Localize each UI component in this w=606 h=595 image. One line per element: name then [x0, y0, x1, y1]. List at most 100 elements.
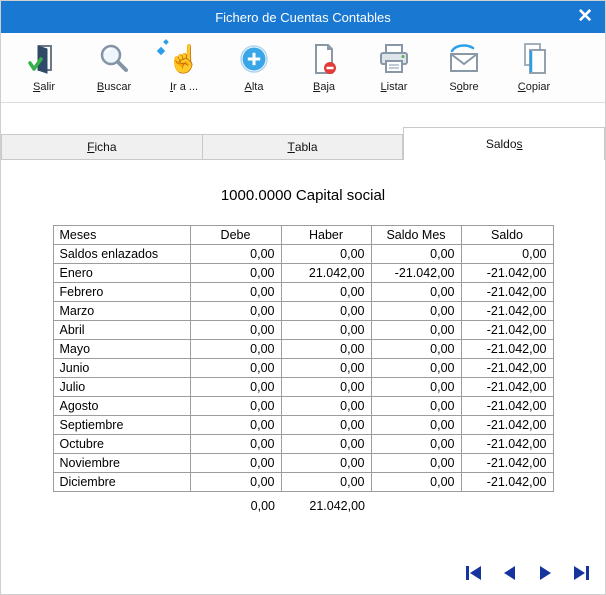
amount-cell: 0,00 [371, 359, 461, 378]
toolbar: Salir Buscar ☝Ir a ...AltaBajaListar Sobre C… [1, 33, 605, 103]
month-cell: Enero [53, 264, 190, 283]
amount-cell: 0,00 [190, 302, 281, 321]
column-header: Haber [281, 226, 371, 245]
toolbar-button-label: Buscar [97, 81, 131, 93]
table-row[interactable]: Enero0,0021.042,00-21.042,00-21.042,00 [53, 264, 553, 283]
amount-cell: 0,00 [190, 397, 281, 416]
amount-cell: -21.042,00 [461, 435, 553, 454]
table-row[interactable]: Noviembre0,000,000,00-21.042,00 [53, 454, 553, 473]
listar-button[interactable]: Listar [359, 38, 429, 102]
salir-button[interactable]: Salir [9, 38, 79, 102]
table-row[interactable]: Mayo0,000,000,00-21.042,00 [53, 340, 553, 359]
table-row[interactable]: Agosto0,000,000,00-21.042,00 [53, 397, 553, 416]
column-header: Saldo [461, 226, 553, 245]
month-cell: Saldos enlazados [53, 245, 190, 264]
amount-cell: 0,00 [371, 454, 461, 473]
amount-cell: -21.042,00 [461, 264, 553, 283]
amount-cell: 0,00 [281, 473, 371, 492]
amount-cell: 0,00 [190, 245, 281, 264]
plus-circle-icon [236, 38, 272, 80]
amount-cell: 0,00 [281, 416, 371, 435]
month-cell: Julio [53, 378, 190, 397]
ir-a-button[interactable]: ☝Ir a ... [149, 38, 219, 102]
next-record-button[interactable] [531, 560, 559, 586]
amount-cell: -21.042,00 [461, 321, 553, 340]
amount-cell: -21.042,00 [371, 264, 461, 283]
amount-cell: 0,00 [281, 302, 371, 321]
amount-cell: 0,00 [371, 378, 461, 397]
toolbar-button-label: Ir a ... [170, 81, 198, 93]
first-record-button[interactable] [459, 560, 487, 586]
month-cell: Septiembre [53, 416, 190, 435]
buscar-button[interactable]: Buscar [79, 38, 149, 102]
header-row: MesesDebeHaberSaldo MesSaldo [53, 226, 553, 245]
amount-cell: 0,00 [281, 397, 371, 416]
amount-cell: 0,00 [281, 435, 371, 454]
amount-cell: -21.042,00 [461, 473, 553, 492]
amount-cell: -21.042,00 [461, 416, 553, 435]
search-icon [96, 38, 132, 80]
table-row[interactable]: Septiembre0,000,000,00-21.042,00 [53, 416, 553, 435]
account-title: 1000.0000 Capital social [1, 187, 605, 204]
prev-record-button[interactable] [495, 560, 523, 586]
amount-cell: 0,00 [190, 435, 281, 454]
printer-icon [376, 38, 412, 80]
amount-cell: 0,00 [371, 416, 461, 435]
copiar-button[interactable]: Copiar [499, 38, 569, 102]
table-row[interactable]: Diciembre0,000,000,00-21.042,00 [53, 473, 553, 492]
tab-ficha[interactable]: Ficha [1, 134, 203, 160]
alta-button[interactable]: Alta [219, 38, 289, 102]
column-header: Saldo Mes [371, 226, 461, 245]
month-cell: Abril [53, 321, 190, 340]
amount-cell: 0,00 [281, 283, 371, 302]
amount-cell: 0,00 [281, 245, 371, 264]
month-cell: Junio [53, 359, 190, 378]
minus-doc-icon [306, 38, 342, 80]
amount-cell: 0,00 [190, 264, 281, 283]
toolbar-button-label: Sobre [449, 81, 478, 93]
baja-button[interactable]: Baja [289, 38, 359, 102]
amount-cell: 0,00 [281, 321, 371, 340]
copy-icon [516, 38, 552, 80]
table-row[interactable]: Marzo0,000,000,00-21.042,00 [53, 302, 553, 321]
amount-cell: -21.042,00 [461, 340, 553, 359]
month-cell: Marzo [53, 302, 190, 321]
month-cell: Mayo [53, 340, 190, 359]
column-header: Debe [190, 226, 281, 245]
last-record-button[interactable] [567, 560, 595, 586]
table-row[interactable]: Saldos enlazados0,000,000,000,00 [53, 245, 553, 264]
table-row[interactable]: Junio0,000,000,00-21.042,00 [53, 359, 553, 378]
amount-cell: -21.042,00 [461, 359, 553, 378]
amount-cell: 0,00 [190, 283, 281, 302]
first-record-icon [466, 566, 481, 580]
window-title: Fichero de Cuentas Contables [215, 10, 391, 25]
month-cell: Agosto [53, 397, 190, 416]
totals-spacer [461, 497, 553, 515]
amount-cell: 0,00 [190, 378, 281, 397]
tab-saldos[interactable]: Saldos [403, 127, 605, 160]
amount-cell: 0,00 [190, 416, 281, 435]
amount-cell: 0,00 [281, 359, 371, 378]
amount-cell: 0,00 [371, 245, 461, 264]
close-button[interactable]: ✕ [577, 4, 593, 30]
amount-cell: 0,00 [371, 435, 461, 454]
month-cell: Febrero [53, 283, 190, 302]
amount-cell: 0,00 [281, 378, 371, 397]
tab-tabla[interactable]: Tabla [203, 134, 404, 160]
balances-table: MesesDebeHaberSaldo MesSaldo Saldos enla… [53, 225, 554, 492]
month-cell: Diciembre [53, 473, 190, 492]
table-row[interactable]: Octubre0,000,000,00-21.042,00 [53, 435, 553, 454]
envelope-icon [446, 38, 482, 80]
amount-cell: 0,00 [371, 397, 461, 416]
amount-cell: 0,00 [190, 340, 281, 359]
table-row[interactable]: Abril0,000,000,00-21.042,00 [53, 321, 553, 340]
sobre-button[interactable]: Sobre [429, 38, 499, 102]
titlebar: Fichero de Cuentas Contables ✕ [1, 1, 605, 33]
table-row[interactable]: Julio0,000,000,00-21.042,00 [53, 378, 553, 397]
table-row[interactable]: Febrero0,000,000,00-21.042,00 [53, 283, 553, 302]
amount-cell: 0,00 [190, 321, 281, 340]
dialog-window: Fichero de Cuentas Contables ✕ Salir Busc… [0, 0, 606, 595]
totals-spacer [53, 497, 190, 515]
totals-spacer [371, 497, 461, 515]
record-navigation [459, 560, 595, 586]
